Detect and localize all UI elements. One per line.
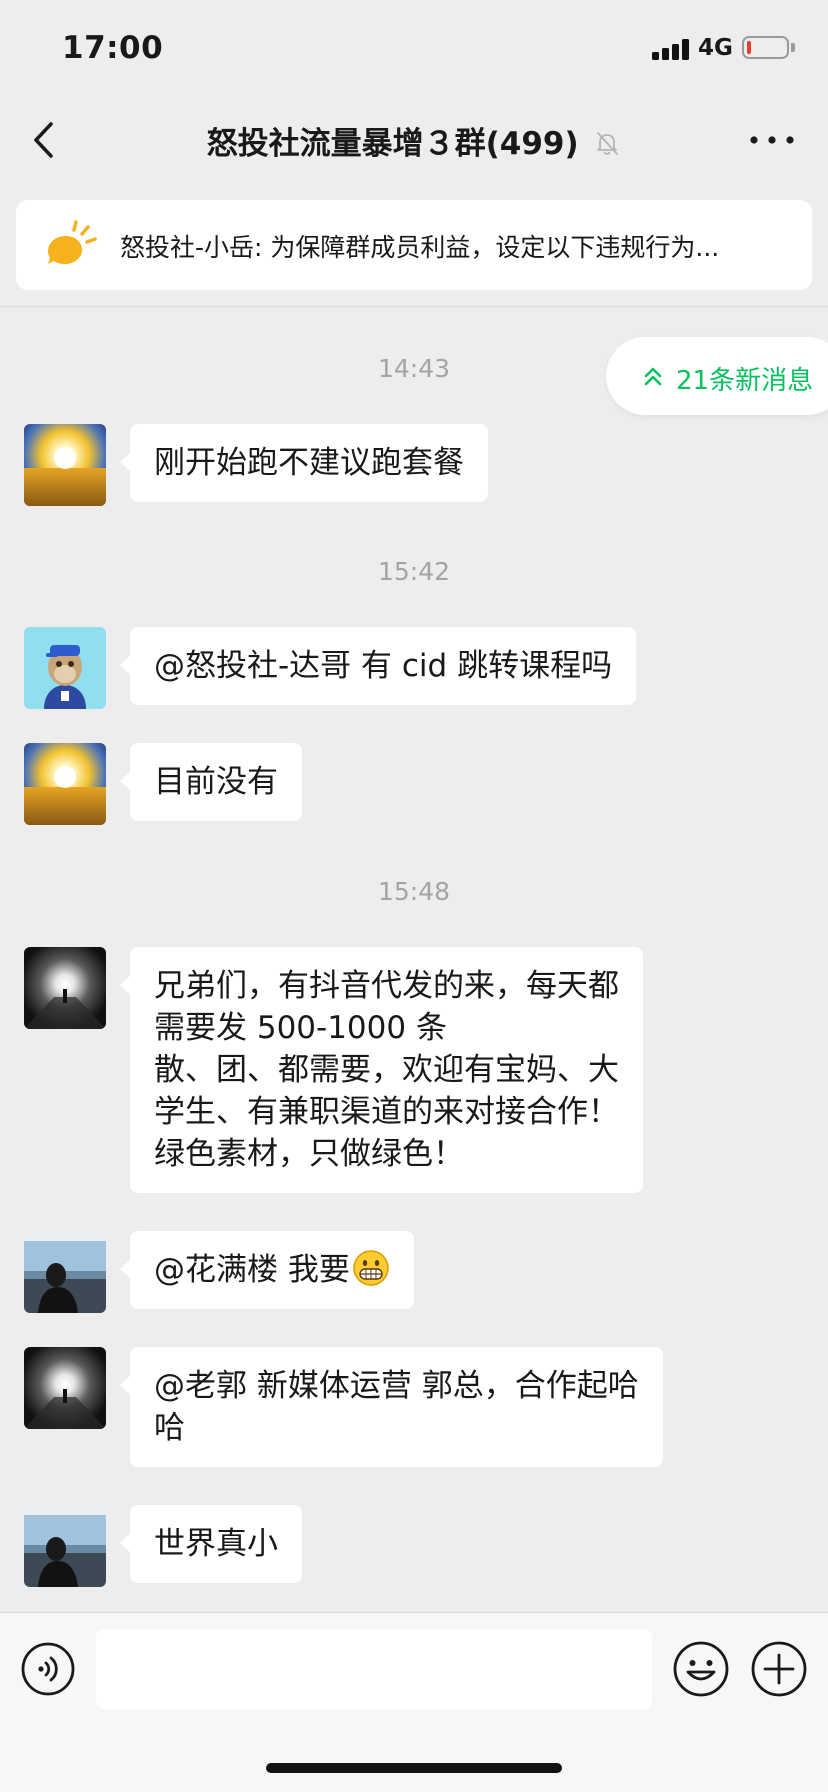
voice-input-button[interactable]	[20, 1641, 76, 1697]
message-bubble[interactable]: 兄弟们，有抖音代发的来，每天都 需要发 500-1000 条 散、团、都需要，欢…	[120, 947, 643, 1193]
avatar-tunnel[interactable]	[24, 1347, 106, 1429]
message-text: 世界真小	[154, 1526, 278, 1562]
message-text: 刚开始跑不建议跑套餐	[154, 445, 464, 481]
emoji-button[interactable]	[672, 1640, 730, 1698]
message-timestamp: 15:42	[377, 557, 451, 586]
muted-bell-icon	[597, 132, 619, 155]
message-bubble[interactable]: @怒投社-达哥 有 cid 跳转课程吗	[119, 627, 637, 705]
message-bubble[interactable]: @老郭 新媒体运营 郭总，合作起哈 哈	[120, 1347, 663, 1467]
message-text: 目前没有	[154, 764, 278, 800]
message-text-row: @花满楼 我要	[154, 1249, 390, 1291]
message-text-line: 散、团、都需要，欢迎有宝妈、大	[154, 1052, 619, 1088]
message-text-line: 哈	[154, 1410, 185, 1446]
message-timestamp: 15:48	[377, 877, 451, 906]
smiley-icon	[673, 1641, 729, 1697]
avatar-window-view[interactable]	[24, 1231, 106, 1313]
avatar-tunnel[interactable]	[24, 947, 106, 1029]
chat-title: 怒投社流量暴增３群(499)	[206, 126, 579, 162]
message-text-line: 学生、有兼职渠道的来对接合作！	[154, 1094, 619, 1130]
avatar-window-view[interactable]	[24, 1505, 106, 1587]
message-text-line: @老郭 新媒体运营 郭总，合作起哈	[154, 1368, 639, 1404]
message-bubble[interactable]: 刚开始跑不建议跑套餐	[120, 424, 488, 502]
chat-screen: 17:00 4G 怒投社流量暴增３群(499) 怒投社-小岳: 为保障群成员利益…	[0, 0, 828, 1792]
network-type-label: 4G	[698, 35, 733, 61]
message-text-line: 兄弟们，有抖音代发的来，每天都	[154, 968, 619, 1004]
avatar-cartoon-ape[interactable]	[24, 627, 106, 709]
notice-text: 怒投社-小岳: 为保障群成员利益，设定以下违规行为...	[120, 233, 720, 262]
message-text-line: 需要发 500-1000 条	[154, 1010, 447, 1046]
status-bar: 17:00 4G	[0, 0, 828, 96]
header-divider	[0, 306, 828, 307]
status-time: 17:00	[62, 30, 164, 66]
message-text: @怒投社-达哥 有 cid 跳转课程吗	[154, 648, 613, 684]
announcement-icon	[48, 220, 97, 264]
more-options-button[interactable]	[744, 120, 800, 160]
home-indicator[interactable]	[266, 1763, 562, 1773]
message-text: @花满楼 我要	[154, 1252, 350, 1288]
message-bubble[interactable]: 世界真小	[120, 1505, 302, 1583]
voice-icon	[21, 1642, 75, 1696]
message-bubble[interactable]: 目前没有	[120, 743, 302, 821]
chat-title-container: 怒投社流量暴增３群(499)	[0, 118, 828, 163]
battery-cap	[791, 43, 795, 52]
grinning-emoji-icon	[353, 1250, 389, 1286]
navigation-bar: 怒投社流量暴增３群(499)	[0, 96, 828, 184]
message-input[interactable]	[96, 1629, 652, 1709]
signal-strength-icon	[652, 38, 690, 60]
avatar-sunrise[interactable]	[24, 743, 106, 825]
message-text-line: 绿色素材，只做绿色！	[154, 1136, 464, 1172]
message-bubble[interactable]: @花满楼 我要	[120, 1231, 414, 1309]
battery-icon	[742, 36, 789, 59]
avatar-sunrise[interactable]	[24, 424, 106, 506]
message-timestamp: 14:43	[377, 354, 451, 383]
more-dots-icon	[750, 136, 794, 144]
plus-circle-icon	[751, 1641, 807, 1697]
more-functions-button[interactable]	[750, 1640, 808, 1698]
group-notice-banner[interactable]: 怒投社-小岳: 为保障群成员利益，设定以下违规行为...	[16, 200, 812, 290]
